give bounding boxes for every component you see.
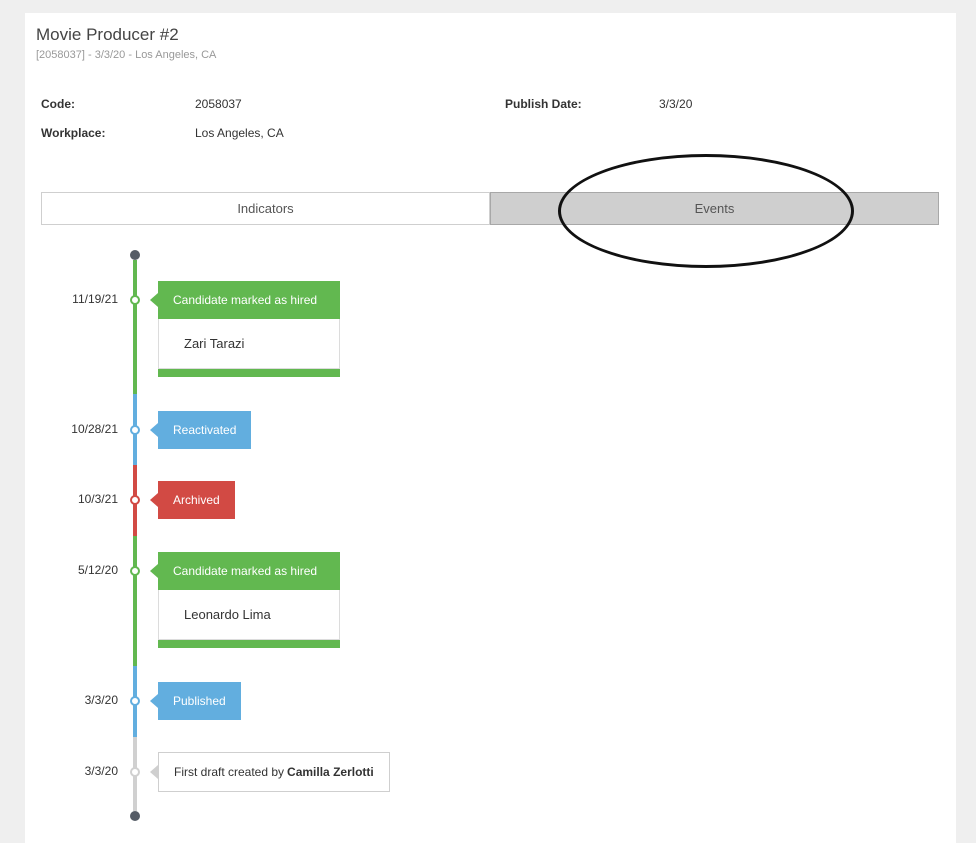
timeline-segment	[133, 536, 137, 666]
event-candidate-name: Zari Tarazi	[158, 319, 340, 369]
event-date: 3/3/20	[84, 764, 118, 778]
event-title: Reactivated	[149, 411, 252, 449]
timeline-event-hired: Candidate marked as hired Zari Tarazi	[150, 281, 340, 377]
job-subtitle: [2058037] - 3/3/20 - Los Angeles, CA	[36, 49, 217, 61]
timeline-event-hired: Candidate marked as hired Leonardo Lima	[150, 552, 340, 648]
timeline-segment	[133, 260, 137, 394]
workplace-value: Los Angeles, CA	[195, 126, 284, 140]
tab-events[interactable]: Events	[490, 192, 939, 225]
event-footer-bar	[158, 640, 340, 648]
tab-bar: Indicators Events	[41, 192, 939, 225]
code-value: 2058037	[195, 97, 242, 111]
timeline-event-archived: Archived	[150, 481, 235, 519]
event-title: First draft created by	[174, 765, 285, 779]
job-card: Movie Producer #2 [2058037] - 3/3/20 - L…	[25, 13, 956, 843]
event-footer-bar	[158, 369, 340, 377]
publish-date-value: 3/3/20	[659, 97, 693, 111]
timeline-event-published: Published	[150, 682, 241, 720]
timeline-node	[130, 495, 140, 505]
timeline-end-dot	[130, 811, 140, 821]
event-date: 10/28/21	[71, 422, 118, 436]
event-title: Candidate marked as hired	[150, 552, 340, 590]
publish-date-label: Publish Date:	[505, 97, 582, 111]
event-date: 5/12/20	[77, 563, 118, 577]
timeline-start-dot	[130, 250, 140, 260]
workplace-label: Workplace:	[41, 126, 106, 140]
event-title: Candidate marked as hired	[150, 281, 340, 319]
tab-indicators[interactable]: Indicators	[41, 192, 490, 225]
timeline-node	[130, 295, 140, 305]
timeline-node	[130, 696, 140, 706]
code-label: Code:	[41, 97, 75, 111]
timeline-event-draft-created: First draft created by Camilla Zerlotti	[150, 752, 390, 792]
page-title: Movie Producer #2	[36, 25, 179, 44]
event-title: Archived	[150, 481, 235, 519]
event-candidate-name: Leonardo Lima	[158, 590, 340, 640]
timeline-node	[130, 566, 140, 576]
timeline-event-reactivated: Reactivated	[149, 411, 252, 449]
event-date: 11/19/21	[72, 292, 118, 306]
event-date: 3/3/20	[84, 693, 118, 707]
event-date: 10/3/21	[77, 492, 118, 506]
timeline-node	[130, 425, 140, 435]
timeline-node	[130, 767, 140, 777]
event-title: Published	[150, 682, 241, 720]
event-actor-name: Camilla Zerlotti	[287, 765, 374, 779]
event-draft-box: First draft created by Camilla Zerlotti	[150, 752, 390, 792]
